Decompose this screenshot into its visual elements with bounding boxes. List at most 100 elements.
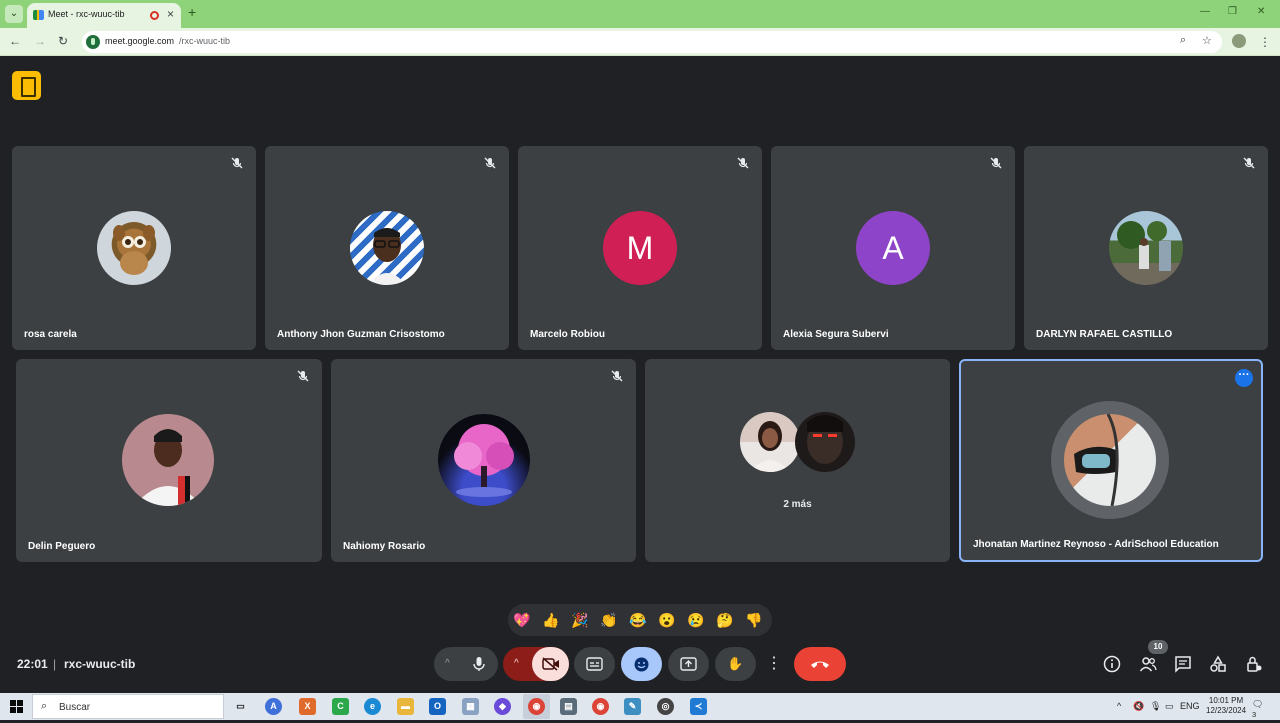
reaction-clap[interactable]: 👏 xyxy=(599,610,619,630)
mic-off-icon xyxy=(990,157,1002,169)
xampp-icon[interactable]: X xyxy=(299,698,316,715)
participant-tile[interactable]: Anthony Jhon Guzman Crisostomo xyxy=(265,146,509,350)
chat-icon[interactable] xyxy=(1174,655,1192,673)
leave-call-button[interactable] xyxy=(794,647,846,681)
notepad-icon[interactable]: ✎ xyxy=(624,698,641,715)
participant-tile[interactable]: Delin Peguero xyxy=(16,359,322,562)
reaction-sad[interactable]: 😢 xyxy=(686,610,706,630)
bookmark-star-icon[interactable]: ☆ xyxy=(1202,34,1212,47)
activities-icon[interactable] xyxy=(1209,655,1227,673)
tray-mic-icon[interactable]: 🎙 xyxy=(1150,701,1161,712)
participant-name: Jhonatan Martinez Reynoso - AdriSchool E… xyxy=(973,539,1219,550)
reaction-laugh[interactable]: 😂 xyxy=(628,610,648,630)
raise-hand-button[interactable]: ✋ xyxy=(715,647,756,681)
app-window-icon[interactable]: ▤ xyxy=(560,698,577,715)
people-icon[interactable] xyxy=(1139,655,1157,673)
chrome-icon[interactable]: ◉ xyxy=(528,698,545,715)
participant-name: Delin Peguero xyxy=(28,541,96,552)
reaction-thumbs-up[interactable]: 👍 xyxy=(541,610,561,630)
address-bar[interactable]: meet.google.com /rxc-wuuc-tib ⌕ ☆ xyxy=(82,31,1222,53)
windows-start-icon[interactable] xyxy=(10,700,23,713)
participant-tile[interactable]: rosa carela xyxy=(12,146,256,350)
participant-letter-avatar: A xyxy=(856,211,930,285)
store-icon[interactable]: ▦ xyxy=(462,698,479,715)
others-avatar xyxy=(740,412,800,472)
notification-center-icon[interactable]: 🗨3 xyxy=(1252,699,1266,719)
present-screen-button[interactable] xyxy=(668,647,709,681)
taskbar-search-box[interactable]: ⌕ Buscar xyxy=(32,694,224,719)
tab-search-button[interactable]: ⌄ xyxy=(5,5,23,23)
people-count-badge: 10 xyxy=(1148,640,1168,654)
reaction-heart[interactable]: 💖 xyxy=(512,610,532,630)
file-explorer-icon[interactable]: ▬ xyxy=(397,698,414,715)
new-tab-button[interactable]: + xyxy=(188,4,196,20)
back-icon[interactable]: ← xyxy=(9,34,21,48)
participant-avatar xyxy=(1109,211,1183,285)
send-reaction-button[interactable] xyxy=(621,647,662,681)
participant-avatar xyxy=(350,211,424,285)
windows-taskbar: ⌕ Buscar ▭ A X C e ▬ O ▦ ◆ ◉ ▤ ◉ ✎ ◎ ≺ ^… xyxy=(0,693,1280,720)
video-settings-chevron-icon[interactable]: ^ xyxy=(514,647,519,681)
zoom-icon[interactable]: ⌕ xyxy=(1180,34,1186,47)
browser-tab[interactable]: Meet - rxc-wuuc-tib × xyxy=(27,3,181,28)
restore-icon[interactable]: ❐ xyxy=(1228,6,1237,17)
participant-tile[interactable]: DARLYN RAFAEL CASTILLO xyxy=(1024,146,1268,350)
tray-network-icon[interactable]: ▭ xyxy=(1165,701,1174,712)
copilot-icon[interactable]: ◆ xyxy=(494,698,511,715)
audio-settings-chevron-icon[interactable]: ^ xyxy=(445,647,450,681)
meeting-details-icon[interactable] xyxy=(1103,655,1121,673)
profile-avatar[interactable] xyxy=(1232,34,1246,48)
search-placeholder: Buscar xyxy=(59,702,91,713)
camera-off-button[interactable] xyxy=(532,647,569,681)
others-avatar xyxy=(795,412,855,472)
captions-button[interactable] xyxy=(574,647,615,681)
more-options-button[interactable]: ⋮ xyxy=(762,647,786,681)
participant-name: Nahiomy Rosario xyxy=(343,541,426,552)
participant-tile[interactable]: M Marcelo Robiou xyxy=(518,146,762,350)
tray-language[interactable]: ENG xyxy=(1180,701,1200,711)
meeting-clock: 22:01 xyxy=(17,657,48,671)
app-icon-a[interactable]: A xyxy=(265,698,282,715)
meet-favicon-icon xyxy=(33,10,44,20)
tray-clock[interactable]: 10:01 PM 12/23/2024 xyxy=(1206,696,1246,716)
participant-tile[interactable]: A Alexia Segura Subervi xyxy=(771,146,1015,350)
participant-name: Anthony Jhon Guzman Crisostomo xyxy=(277,329,445,340)
task-view-icon[interactable]: ▭ xyxy=(232,698,249,715)
search-icon: ⌕ xyxy=(41,700,48,712)
meeting-code: rxc-wuuc-tib xyxy=(64,657,136,671)
window-close-icon[interactable]: ✕ xyxy=(1257,6,1265,17)
participant-avatar xyxy=(1064,414,1156,506)
vscode-icon[interactable]: ≺ xyxy=(690,698,707,715)
host-controls-icon[interactable] xyxy=(1245,655,1263,673)
edge-icon[interactable]: e xyxy=(364,698,381,715)
tray-speaker-mute-icon[interactable]: 🔇 xyxy=(1133,701,1144,712)
url-host: meet.google.com xyxy=(105,36,175,46)
others-tile[interactable]: 2 más xyxy=(645,359,950,562)
browser-menu-icon[interactable]: ⋮ xyxy=(1259,35,1271,49)
meeting-info-door-icon[interactable] xyxy=(12,71,41,100)
microphone-control: ^ xyxy=(434,647,498,681)
recording-indicator-icon xyxy=(150,11,159,20)
minimize-icon[interactable]: — xyxy=(1200,6,1210,17)
obs-icon[interactable]: ◎ xyxy=(657,698,674,715)
reaction-thinking[interactable]: 🤔 xyxy=(715,610,735,630)
tray-chevron-icon[interactable]: ^ xyxy=(1117,701,1121,711)
reaction-party[interactable]: 🎉 xyxy=(570,610,590,630)
camtasia-icon[interactable]: C xyxy=(332,698,349,715)
outlook-icon[interactable]: O xyxy=(429,698,446,715)
reaction-thumbs-down[interactable]: 👎 xyxy=(744,610,764,630)
more-options-icon[interactable]: ··· xyxy=(1235,369,1253,387)
participant-tile[interactable]: Nahiomy Rosario xyxy=(331,359,636,562)
site-info-icon[interactable] xyxy=(86,35,100,49)
participant-tile-active-speaker[interactable]: ··· Jhonatan Martinez Reynoso - AdriScho… xyxy=(959,359,1263,562)
participant-name: Alexia Segura Subervi xyxy=(783,329,889,340)
browser-tab-bar: ⌄ Meet - rxc-wuuc-tib × + — ❐ ✕ xyxy=(0,0,1280,28)
chrome-profile-icon[interactable]: ◉ xyxy=(592,698,609,715)
tab-close-icon[interactable]: × xyxy=(167,7,174,21)
reaction-surprised[interactable]: 😮 xyxy=(657,610,677,630)
participant-name: DARLYN RAFAEL CASTILLO xyxy=(1036,329,1173,340)
microphone-icon[interactable] xyxy=(472,656,486,672)
forward-icon[interactable]: → xyxy=(34,34,46,48)
participant-name: Marcelo Robiou xyxy=(530,329,606,340)
reload-icon[interactable]: ↻ xyxy=(58,34,68,48)
